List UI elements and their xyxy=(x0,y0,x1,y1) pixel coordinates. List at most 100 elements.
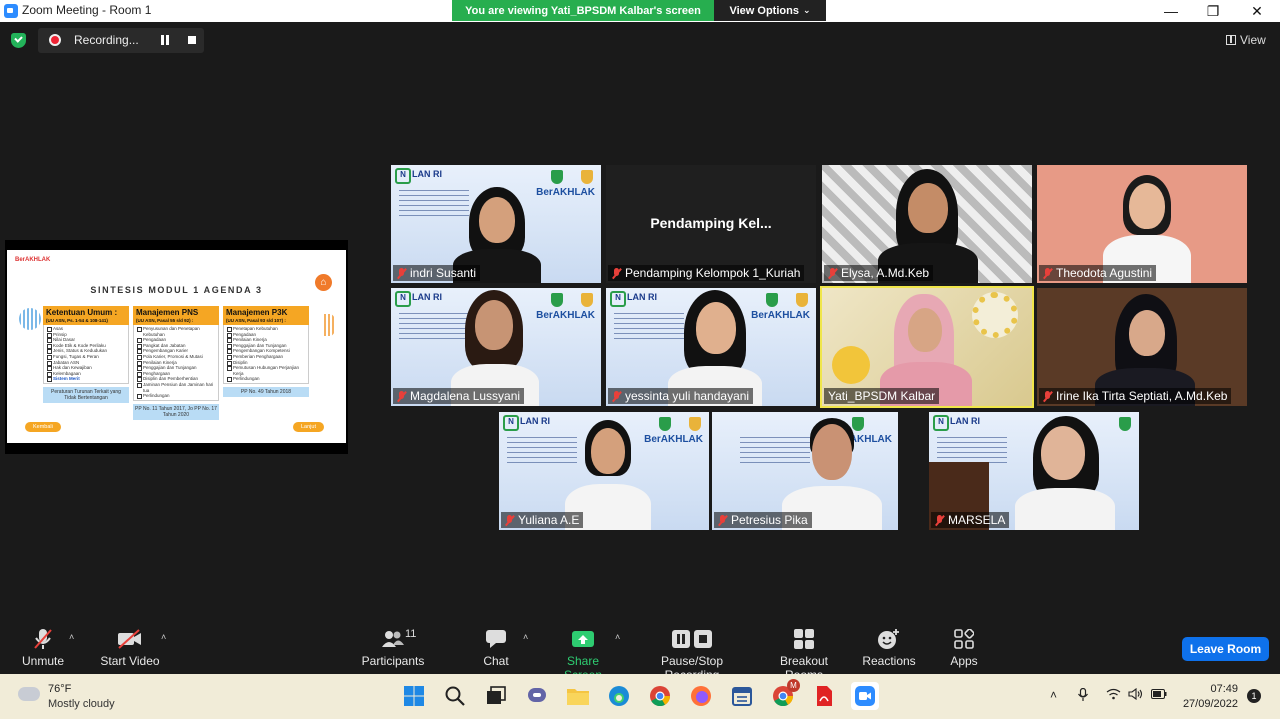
decorative-circle xyxy=(19,308,41,330)
start-video-button[interactable]: Start Video xyxy=(98,628,162,668)
video-tile[interactable]: Irine Ika Tirta Septiati, A.Md.Keb xyxy=(1037,288,1247,406)
security-shield-icon[interactable] xyxy=(11,33,26,48)
task-view-icon[interactable] xyxy=(482,682,510,710)
participant-label: Elysa, A.Md.Keb xyxy=(824,265,934,281)
participant-label: Yati_BPSDM Kalbar xyxy=(824,388,940,404)
column-heading: Ketentuan Umum : (UU ASN, Ps. 1-54 & 108… xyxy=(43,306,129,325)
pause-recording-icon[interactable] xyxy=(160,35,170,45)
slide-list-item: Pemutusan Hubungan Perjanjian Kerja xyxy=(227,365,305,376)
column-footer: PP No. 11 Tahun 2017, Jo PP No. 17 Tahun… xyxy=(133,403,219,420)
recording-indicator: Recording... xyxy=(38,28,204,53)
mic-muted-icon xyxy=(397,267,406,279)
video-tile[interactable]: LAN RI BerAKHLAK yessinta yuli handayani xyxy=(606,288,816,406)
lan-ri-logo: LAN RI xyxy=(933,415,980,431)
teams-chat-icon[interactable] xyxy=(523,682,551,710)
video-tile[interactable]: LAN RI BerAKHLAK Magdalena Lussyani xyxy=(391,288,601,406)
chrome-browser-icon[interactable] xyxy=(646,682,674,710)
decorative-half-circle xyxy=(324,314,336,336)
slide-list-item: Sistem Merit xyxy=(47,376,125,382)
participant-label: indri Susanti xyxy=(393,265,481,281)
chat-button[interactable]: Chat xyxy=(476,628,516,668)
berakhlak-logo: BerAKHLAK xyxy=(644,434,703,445)
berakhlak-logo: BerAKHLAK xyxy=(536,187,595,198)
search-icon[interactable] xyxy=(441,682,469,710)
notification-badge[interactable]: 1 xyxy=(1247,689,1261,703)
chat-options-caret[interactable]: ˄ xyxy=(523,632,528,642)
view-options-button[interactable]: View Options ⌄ xyxy=(714,0,826,21)
video-tile[interactable]: LAN RI BerAKHLAK Yuliana A.E xyxy=(499,412,709,530)
home-icon: ⌂ xyxy=(315,274,332,291)
file-explorer-icon[interactable] xyxy=(564,682,592,710)
title-bar: Zoom Meeting - Room 1 You are viewing Ya… xyxy=(0,0,1280,22)
berakhlak-logo: BerAKHLAK xyxy=(536,310,595,321)
unmute-button[interactable]: Unmute xyxy=(18,628,68,668)
shared-screen: BerAKHLAK SINTESIS MODUL 1 AGENDA 3 ⌂ Ke… xyxy=(5,240,348,454)
recording-label: Recording... xyxy=(74,33,139,47)
view-layout-button[interactable]: View xyxy=(1226,33,1266,47)
apps-icon xyxy=(944,628,984,650)
participants-button[interactable]: 11 Participants xyxy=(361,628,425,668)
slide-list-item: Perlindungan xyxy=(227,376,305,382)
zoom-app-icon[interactable] xyxy=(851,682,879,710)
acrobat-reader-icon[interactable] xyxy=(810,682,838,710)
lan-ri-logo: LAN RI xyxy=(610,291,657,307)
video-tile[interactable]: Elysa, A.Md.Keb xyxy=(822,165,1032,283)
chrome-profile-icon[interactable]: M xyxy=(769,679,800,710)
audio-options-caret[interactable]: ˄ xyxy=(69,632,74,642)
pause-stop-icon xyxy=(636,628,748,650)
stop-recording-icon[interactable] xyxy=(188,36,196,44)
firefox-browser-icon[interactable] xyxy=(687,682,715,710)
column-items: Asas Prinsip Nilai Dasar Kode Etik & Kode P… xyxy=(43,325,129,384)
start-button[interactable] xyxy=(400,682,428,710)
video-tile[interactable]: Theodota Agustini xyxy=(1037,165,1247,283)
video-tile-active-speaker[interactable]: Yati_BPSDM Kalbar xyxy=(820,286,1034,408)
participant-label: Theodota Agustini xyxy=(1039,265,1157,281)
layout-grid-icon xyxy=(1226,35,1236,45)
participant-label: Petresius Pika xyxy=(714,512,812,528)
slide-list-item: Jaminan Pensiun dan Jaminan hari tua xyxy=(137,382,215,393)
lan-ri-logo: LAN RI xyxy=(395,291,442,307)
recording-dot-icon xyxy=(49,34,61,46)
battery-icon[interactable] xyxy=(1151,688,1167,702)
wifi-icon[interactable] xyxy=(1106,688,1121,703)
maximize-button[interactable]: ❐ xyxy=(1192,0,1234,22)
volume-icon[interactable] xyxy=(1128,687,1143,703)
minimize-button[interactable]: — xyxy=(1150,0,1192,22)
microphone-icon[interactable] xyxy=(1077,687,1089,705)
close-button[interactable]: ✕ xyxy=(1236,0,1278,22)
windows-taskbar: 76°F Mostly cloudy M ˄ 07:49 27/09/2022 … xyxy=(0,674,1280,719)
leave-room-button[interactable]: Leave Room xyxy=(1182,637,1269,661)
window-title: Zoom Meeting - Room 1 xyxy=(22,3,152,17)
zoom-logo-icon xyxy=(4,4,18,18)
apps-button[interactable]: Apps xyxy=(944,628,984,668)
slide-list-item: Penyusunan dan Penetapan Kebutuhan xyxy=(137,326,215,337)
calendar-app-icon[interactable] xyxy=(728,682,756,710)
video-tile[interactable]: BerAKHLAK Petresius Pika xyxy=(712,412,898,530)
mic-muted-icon xyxy=(505,514,514,526)
share-screen-icon xyxy=(548,628,618,650)
chevron-up-icon[interactable]: ˄ xyxy=(1050,688,1057,702)
mic-muted-icon xyxy=(1043,390,1052,402)
column-heading: Manajemen PNS (UU ASN, Pasal 55 s/d 92) … xyxy=(133,306,219,325)
video-tile[interactable]: LAN RI BerAKHLAK indri Susanti xyxy=(391,165,601,283)
clock-time: 07:49 xyxy=(1210,683,1238,695)
system-clock[interactable]: 07:49 27/09/2022 xyxy=(1178,682,1238,712)
mic-muted-icon xyxy=(718,514,727,526)
slide-title: SINTESIS MODUL 1 AGENDA 3 xyxy=(90,285,263,295)
participant-placeholder-name: Pendamping Kel... xyxy=(650,215,772,231)
column-footer: Peraturan Turunan Terkait yang Tidak Ber… xyxy=(43,386,129,403)
cloudy-weather-icon xyxy=(18,683,40,701)
breakout-rooms-icon xyxy=(762,628,846,650)
reactions-button[interactable]: Reactions xyxy=(862,628,916,668)
share-options-caret[interactable]: ˄ xyxy=(615,632,620,642)
video-tile[interactable]: Pendamping Kel... Pendamping Kelompok 1_… xyxy=(606,165,816,283)
participant-label: Magdalena Lussyani xyxy=(393,388,525,404)
berakhlak-logo: BerAKHLAK xyxy=(751,310,810,321)
edge-browser-icon[interactable] xyxy=(605,682,633,710)
video-options-caret[interactable]: ˄ xyxy=(161,632,166,642)
video-tile[interactable]: LAN RI MARSELA xyxy=(929,412,1139,530)
weather-temperature: 76°F xyxy=(48,683,72,695)
camera-off-icon xyxy=(98,628,162,650)
column-footer: PP No. 49 Tahun 2018 xyxy=(223,386,309,397)
slide-next-button: Lanjut xyxy=(293,422,324,432)
